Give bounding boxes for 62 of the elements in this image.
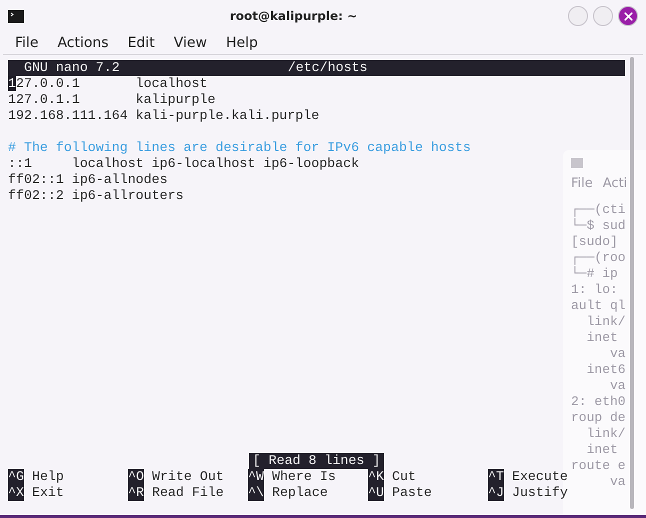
scrollbar[interactable] [630, 57, 634, 509]
terminal-line: [sudo] [571, 234, 618, 250]
shortcut-label: Help [32, 469, 64, 485]
window-title: root@kalipurple: ~ [228, 9, 358, 23]
host-line: ff02::1 ip6-allnodes [8, 172, 168, 188]
shortcut-key: ^\ [248, 485, 264, 501]
terminal-line: inet6 [586, 362, 626, 378]
file-name: /etc/hosts [288, 60, 368, 76]
host-line: 127.0.1.1 kalipurple [8, 92, 216, 108]
terminal-line: link/ [586, 426, 626, 442]
terminal-line: va [609, 346, 626, 362]
shortcut-label: Execute [512, 469, 568, 485]
maximize-button[interactable] [593, 6, 613, 26]
minimize-button[interactable] [568, 6, 588, 26]
terminal-line: va [609, 474, 626, 490]
shortcut-key: ^K [368, 469, 384, 485]
host-line: ff02::2 ip6-allrouters [8, 188, 184, 204]
shortcut-label: Where Is [272, 469, 336, 485]
shortcut-label: Paste [392, 485, 432, 501]
shortcut-label: Read File [152, 485, 224, 501]
terminal-line: inet [586, 442, 618, 458]
menu-item[interactable]: Edit [120, 35, 163, 51]
terminal-line: └─# ip [571, 266, 618, 282]
host-line: 127.0.0.1 localhost [8, 76, 208, 92]
shortcut-key: ^X [8, 485, 24, 501]
close-button[interactable] [618, 6, 638, 26]
shortcut-key: ^G [8, 469, 24, 485]
shortcut-label: Justify [512, 485, 568, 501]
terminal-line: 1: lo: [571, 282, 618, 298]
status-message: [ Read 8 lines ] [248, 453, 384, 469]
shortcut-key: ^O [128, 469, 144, 485]
menu-item[interactable]: File [7, 35, 46, 51]
shortcut-label: Replace [272, 485, 328, 501]
host-line: ::1 localhost ip6-localhost ip6-loopback [8, 156, 360, 172]
terminal-icon [571, 158, 583, 168]
shortcut-key: ^W [248, 469, 264, 485]
terminal-line: ┌──(cti [571, 202, 626, 218]
shortcut-key: ^T [488, 469, 504, 485]
terminal-line: 2: eth0 [571, 394, 626, 410]
terminal-line: link/ [586, 314, 626, 330]
menu-item[interactable]: Help [218, 35, 266, 51]
host-line: 192.168.111.164 kali-purple.kali.purple [8, 108, 320, 124]
terminal-line: inet [586, 330, 618, 346]
shortcut-label: Write Out [152, 469, 224, 485]
terminal-line: ┌──(roo [571, 250, 626, 266]
terminal-line: ault ql [571, 298, 626, 314]
terminal-line: roup de [571, 410, 626, 426]
shortcut-label: Exit [32, 485, 64, 501]
comment-line: # The following lines are desirable for IPv6 capable hosts [8, 140, 471, 156]
terminal-icon [8, 10, 24, 22]
menu-item[interactable]: View [166, 35, 215, 51]
shortcut-key: ^U [368, 485, 384, 501]
shortcut-key: ^J [488, 485, 504, 501]
menu-item[interactable]: Actions [49, 35, 117, 51]
shortcut-key: ^R [128, 485, 144, 501]
terminal-line: └─$ sud [571, 218, 626, 234]
nano-version: GNU nano 7.2 [22, 60, 120, 76]
terminal-line: va [609, 378, 626, 394]
close-icon [622, 10, 634, 22]
text-cursor: 1 [8, 76, 16, 91]
shortcut-label: Cut [392, 469, 416, 485]
terminal-line: route e [571, 458, 626, 474]
